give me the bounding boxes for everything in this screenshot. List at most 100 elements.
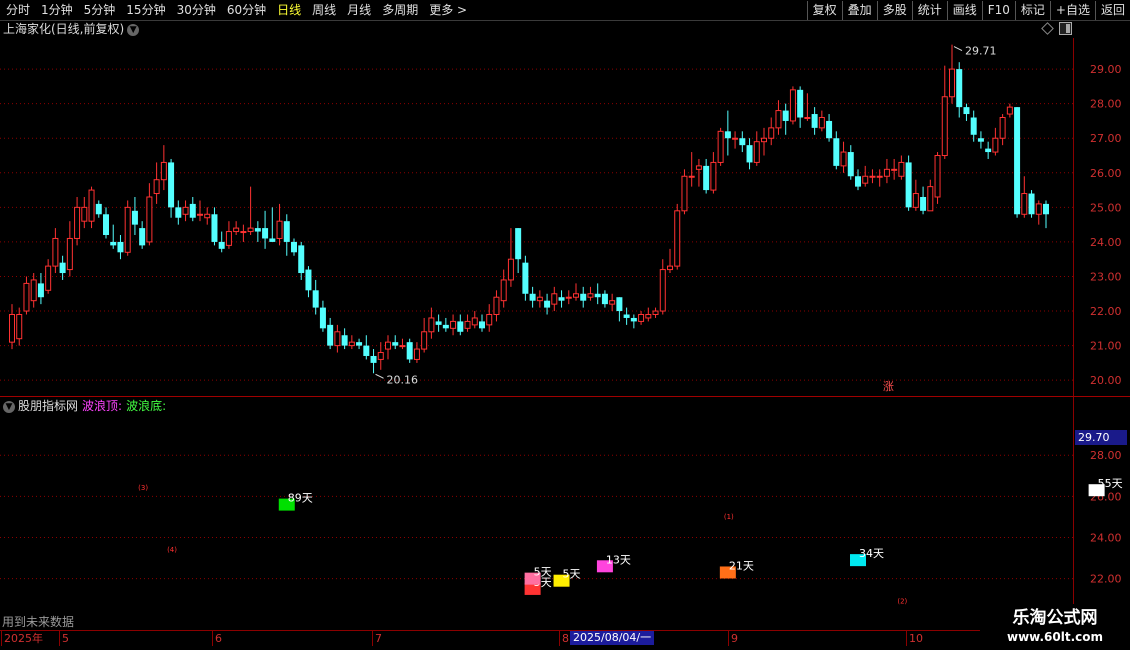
candle-body-up (761, 137, 767, 143)
wave-marker-label: 34天 (859, 547, 884, 560)
candle-body-up (949, 68, 955, 98)
time-tick (372, 631, 373, 646)
time-label: 6 (215, 632, 222, 645)
candle-body-down (724, 131, 731, 139)
price-tick-label: 28.00 (1090, 98, 1122, 111)
candle-body-down (283, 221, 290, 242)
candle-body-up (464, 320, 471, 329)
wave-marker-label: 5天 (534, 566, 552, 579)
price-tick-label: 29.00 (1090, 63, 1122, 76)
low-pointer (375, 373, 384, 379)
time-tick (212, 631, 213, 646)
wave-marker-label: 13天 (606, 553, 631, 566)
candle-body-up (204, 213, 211, 219)
indicator-name: 股朋指标网 (18, 399, 79, 413)
indicator-line-a: 波浪顶: (82, 399, 123, 413)
candle-body-down (703, 165, 710, 191)
candle-body-down (529, 293, 536, 301)
candle-body-up (659, 269, 666, 312)
price-tick-label: 23.00 (1090, 270, 1122, 283)
candle-body-up (999, 116, 1006, 139)
candle-body-down (905, 162, 912, 208)
candle-body-down (811, 114, 818, 128)
time-tick (728, 631, 729, 646)
candle-body-down (522, 262, 529, 294)
candle-body-down (327, 324, 334, 346)
candle-body-up (233, 227, 240, 233)
candle-body-down (370, 355, 377, 363)
candle-body-up (565, 296, 572, 299)
candle-body-up (153, 179, 160, 195)
candle-body-up (348, 341, 355, 347)
candle-body-up (334, 331, 341, 347)
candle-body-up (775, 110, 782, 129)
indicator-tick-label: 28.00 (1090, 449, 1122, 462)
candle-body-up (891, 168, 898, 171)
candle-body-up (927, 186, 934, 212)
candle-body-down (558, 297, 565, 301)
candle-body-up (1006, 106, 1013, 115)
candle-body-up (88, 189, 95, 222)
candle-body-up (399, 345, 406, 348)
candle-body-down (291, 241, 297, 253)
candle-body-up (573, 293, 579, 298)
candle-body-up (717, 130, 724, 163)
candle-body-down (406, 342, 413, 360)
candle-body-down (963, 107, 970, 115)
wave-marker-label: 89天 (288, 492, 313, 505)
candle-body-up (276, 220, 283, 239)
candle-body-down (855, 176, 861, 187)
candle-body-down (103, 214, 109, 236)
candle-body-down (305, 269, 312, 291)
indicator-line-b: 波浪底: (126, 399, 167, 413)
candle-body-up (182, 206, 189, 215)
candle-body-up (941, 96, 948, 157)
candle-body-down (630, 317, 637, 322)
candle-body-down (435, 321, 442, 325)
candle-body-down (746, 145, 753, 163)
candle-body-down (847, 152, 854, 177)
candle-body-up (551, 293, 558, 305)
candle-body-up (493, 296, 500, 316)
event-mark: 涨 (883, 380, 894, 393)
indicator-tick-label: 22.00 (1090, 573, 1122, 586)
time-label: 9 (731, 632, 738, 645)
candle-body-down (168, 162, 175, 208)
candle-body-up (732, 137, 739, 140)
time-label: 7 (375, 632, 382, 645)
kline-chart[interactable]: 29.00 28.00 27.00 26.00 25.00 24.00 23.00 22.00… (0, 0, 1130, 650)
candle-body-down (312, 290, 319, 308)
chevron-down-icon[interactable]: ▼ (3, 400, 15, 413)
candle-body-down (833, 138, 840, 166)
time-axis[interactable]: 2025年 5 6 7 8 9 10 (0, 630, 980, 647)
candle-body-up (652, 310, 659, 316)
price-tick-label: 20.00 (1090, 374, 1122, 387)
candle-body-up (789, 89, 796, 122)
time-label: 5 (62, 632, 69, 645)
brand-watermark: 乐淘公式网 www.60lt.com (980, 604, 1130, 650)
candle-body-down (457, 321, 464, 332)
candle-body-up (674, 210, 681, 267)
candle-body-up (471, 317, 478, 326)
price-axis-line (1073, 38, 1074, 628)
candle-body-up (66, 237, 73, 271)
candle-body-up (869, 175, 876, 178)
panel-separator[interactable] (0, 396, 1130, 397)
candle-body-up (160, 161, 167, 181)
candle-body-down (356, 342, 363, 346)
time-label: 10 (909, 632, 923, 645)
candle-body-up (225, 231, 232, 246)
candle-body-up (30, 279, 37, 302)
candle-body-down (515, 228, 522, 260)
candle-body-down (920, 196, 927, 211)
candle-body-up (45, 265, 52, 291)
candle-body-up (804, 116, 811, 119)
candle-body-up (609, 300, 616, 305)
candle-body-down (117, 241, 124, 253)
wave-count-mark: (3) (138, 484, 148, 492)
candle-body-down (782, 110, 789, 121)
current-price-badge: 29.70 (1075, 430, 1127, 445)
candle-body-up (52, 237, 59, 267)
high-pointer (953, 46, 963, 52)
candle-body-down (985, 148, 992, 153)
